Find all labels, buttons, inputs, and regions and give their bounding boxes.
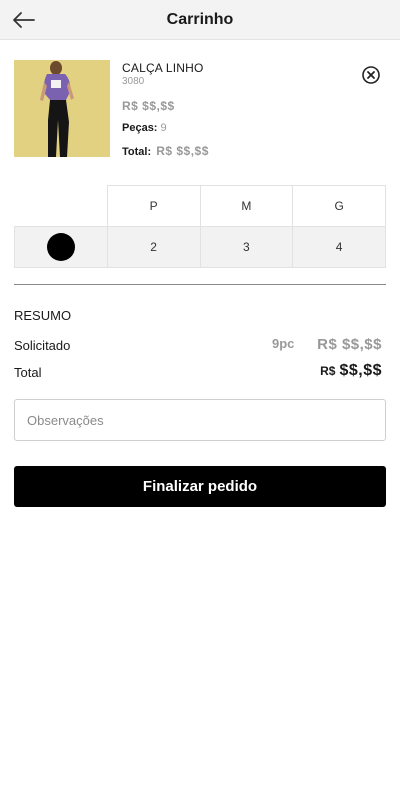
summary-total-label: Total [14,365,42,380]
close-circle-icon [362,66,380,84]
section-divider [14,284,386,285]
quantity-cell-g[interactable]: 4 [292,226,386,268]
requested-label: Solicitado [14,338,71,353]
summary-total-amount: $$,$$ [339,362,382,379]
size-header-row: P M G [14,185,386,227]
quantity-cell-m[interactable]: 3 [199,226,294,268]
grid-corner-cell [14,185,108,227]
total-value: R$ $$,$$ [156,144,209,158]
product-reference: 3080 [122,76,145,87]
quantity-row: 2 3 4 [14,226,386,268]
requested-quantity: 9pc [272,336,295,351]
product-total: Total: R$ $$,$$ [122,144,209,158]
cart-item: CALÇA LINHO 3080 R$ $$,$$ Peças: 9 Total… [14,60,386,160]
pieces-value: 9 [160,122,167,134]
product-image[interactable] [14,60,110,157]
size-header-p: P [106,185,201,227]
notes-input[interactable] [14,399,386,441]
remove-item-button[interactable] [361,65,381,85]
size-header-g: G [292,185,386,227]
color-cell [14,226,108,268]
total-label: Total: [122,146,152,158]
quantity-cell-p[interactable]: 2 [106,226,201,268]
summary-total-currency: R$ [320,364,336,378]
product-price: R$ $$,$$ [122,99,175,113]
product-name: CALÇA LINHO [122,61,204,75]
color-swatch [46,233,75,261]
requested-value: R$ $$,$$ [317,336,382,353]
finalize-order-button[interactable]: Finalizar pedido [14,466,386,507]
pieces-label: Peças: [122,122,158,134]
product-pieces: Peças: 9 [122,122,167,134]
summary-total-value: R$ $$,$$ [320,362,382,380]
app-header: Carrinho [0,0,400,40]
page-title: Carrinho [166,11,234,28]
model-photo [14,60,110,157]
size-header-m: M [199,185,294,227]
summary-title: RESUMO [14,308,72,323]
size-quantity-grid: P M G 2 3 4 [14,185,386,268]
